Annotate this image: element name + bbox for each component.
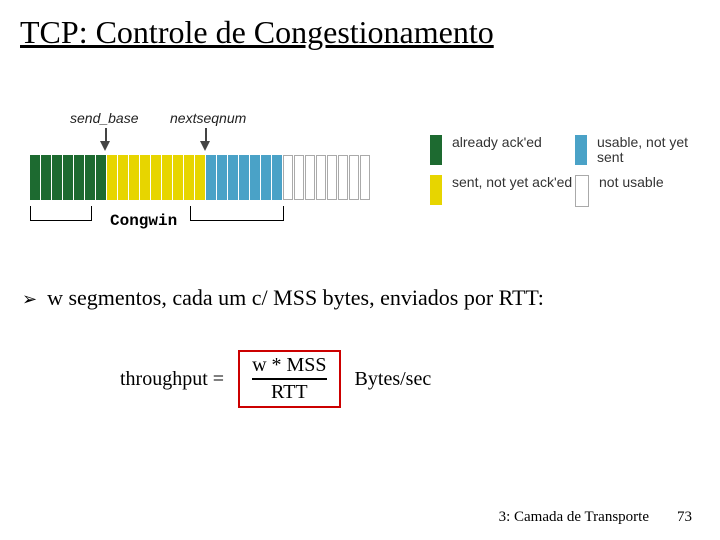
slide-title: TCP: Controle de Congestionamento <box>20 14 494 51</box>
bullet-text: w segmentos, cada um c/ MSS bytes, envia… <box>47 285 544 311</box>
formula-numerator: w * MSS <box>252 355 326 376</box>
send-window-diagram: send_base nextseqnum Congwin already ack… <box>30 110 690 240</box>
slide-footer: 3: Camada de Transporte 73 <box>499 509 692 526</box>
bullet-icon: ➢ <box>22 289 37 310</box>
legend-swatch-acked <box>430 135 442 165</box>
formula-lhs: throughput = <box>120 368 224 391</box>
congwin-label: Congwin <box>110 212 177 230</box>
legend-swatch-not-usable <box>575 175 589 207</box>
bullet-line: ➢ w segmentos, cada um c/ MSS bytes, env… <box>22 285 544 311</box>
legend-text-not-usable: not usable <box>599 175 664 190</box>
legend-col-2: usable, not yet sent not usable <box>575 135 690 215</box>
legend-text-usable: usable, not yet sent <box>597 135 690 165</box>
formula-units: Bytes/sec <box>355 368 432 391</box>
formula-fraction: w * MSS RTT <box>238 350 340 408</box>
label-nextseqnum: nextseqnum <box>170 110 246 126</box>
legend-swatch-sent <box>430 175 442 205</box>
legend-col-1: already ack'ed sent, not yet ack'ed <box>430 135 572 215</box>
footer-chapter: 3: Camada de Transporte <box>499 509 649 526</box>
legend-text-sent: sent, not yet ack'ed <box>452 175 572 190</box>
formula-denominator: RTT <box>271 382 308 403</box>
label-send-base: send_base <box>70 110 139 126</box>
window-track <box>30 155 370 200</box>
throughput-formula: throughput = w * MSS RTT Bytes/sec <box>120 350 431 408</box>
legend-swatch-usable <box>575 135 587 165</box>
footer-page-number: 73 <box>677 509 692 526</box>
legend-text-acked: already ack'ed <box>452 135 542 150</box>
